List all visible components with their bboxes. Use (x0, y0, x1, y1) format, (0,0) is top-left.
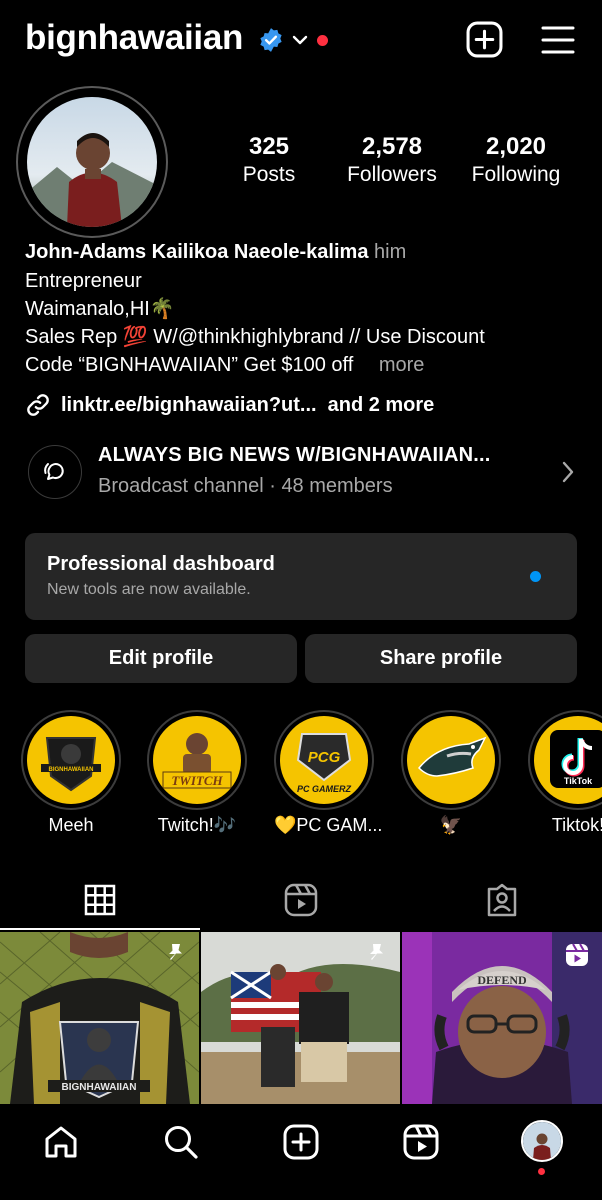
posts-label: Posts (242, 163, 296, 186)
broadcast-icon (28, 445, 82, 499)
bio-links[interactable]: linktr.ee/bignhawaiian?ut... and 2 more (25, 392, 434, 418)
highlight-cover: BIGNHAWAIIAN (27, 716, 115, 804)
tagged-icon (487, 883, 517, 917)
broadcast-title: ALWAYS BIG NEWS W/BIGNHAWAIIAN... (98, 444, 491, 466)
tab-grid[interactable] (0, 870, 200, 930)
bio-link[interactable]: linktr.ee/bignhawaiian?ut... (61, 394, 317, 417)
category: Entrepreneur (25, 270, 142, 292)
bio-more-link[interactable]: more (379, 354, 425, 376)
grid-post[interactable] (201, 932, 400, 1104)
highlight-art-text: PC GAMERZ (297, 784, 352, 794)
active-tab-indicator (0, 928, 200, 930)
notification-dot (538, 1168, 545, 1175)
grid-post[interactable]: BIGNHAWAIIAN (0, 932, 199, 1104)
pro-dashboard-title: Professional dashboard (47, 553, 275, 575)
create-icon (283, 1124, 319, 1160)
broadcast-subtitle: Broadcast channel · 48 members (98, 475, 393, 497)
nav-search[interactable] (161, 1122, 201, 1162)
highlight-eagle[interactable]: 🦅 (401, 710, 501, 836)
highlight-label: Twitch!🎶 (157, 815, 237, 835)
posts-stat[interactable]: 325 Posts (228, 132, 310, 188)
home-icon (45, 1126, 77, 1158)
svg-text:PCG: PCG (308, 749, 341, 766)
nav-home[interactable] (41, 1122, 81, 1162)
highlight-label: 🦅 (439, 815, 463, 835)
following-stat[interactable]: 2,020 Following (464, 132, 568, 188)
tab-tagged[interactable] (402, 870, 602, 930)
broadcast-channel[interactable]: ALWAYS BIG NEWS W/BIGNHAWAIIAN... Broadc… (25, 440, 585, 504)
menu-icon[interactable] (540, 24, 576, 56)
nav-create[interactable] (281, 1122, 321, 1162)
create-icon[interactable] (466, 21, 503, 58)
following-count: 2,020 (485, 133, 547, 160)
profile-header: bignhawaiian (0, 0, 602, 80)
avatar[interactable] (27, 97, 157, 227)
grid-post-caption: BIGNHAWAIIAN (62, 1082, 137, 1093)
bio-line-2: Code “BIGNHAWAIIAN” Get $100 off (25, 354, 354, 376)
share-profile-button[interactable]: Share profile (305, 634, 577, 683)
highlight-meeh[interactable]: BIGNHAWAIIAN Meeh (21, 710, 121, 836)
nav-reels[interactable] (401, 1122, 441, 1162)
search-icon (165, 1126, 198, 1159)
reels-icon (403, 1124, 439, 1160)
new-indicator-dot (530, 571, 541, 582)
highlight-art-text: TWITCH (171, 773, 223, 788)
bottom-navigation (0, 1104, 602, 1200)
posts-count: 325 (248, 133, 290, 160)
highlight-art-text: BIGNHAWAIIAN (49, 767, 94, 773)
username[interactable]: bignhawaiian (25, 18, 243, 58)
followers-label: Followers (347, 163, 437, 186)
bio-line-1: Sales Rep 💯 W/@thinkhighlybrand // Use D… (25, 326, 485, 348)
edit-profile-button[interactable]: Edit profile (25, 634, 297, 683)
followers-count: 2,578 (361, 133, 423, 160)
highlight-tiktok[interactable]: TikTok Tiktok! (528, 710, 602, 836)
location: Waimanalo,HI🌴 (25, 298, 175, 320)
followers-stat[interactable]: 2,578 Followers (338, 132, 446, 188)
profile-avatar[interactable] (521, 1120, 563, 1162)
notification-dot (317, 35, 328, 46)
highlight-art-text: TikTok (564, 776, 593, 786)
chevron-right-icon (562, 461, 574, 483)
reels-icon (566, 943, 588, 966)
highlight-label: Meeh (48, 815, 94, 835)
link-icon (27, 394, 49, 416)
highlight-twitch[interactable]: TWITCH Twitch!🎶 (147, 710, 247, 836)
pro-dashboard-subtitle: New tools are now available. (47, 581, 251, 598)
grid-post-caption: DEFEND (477, 973, 527, 987)
grid-post[interactable]: DEFEND (402, 932, 602, 1104)
profile-tabs (0, 870, 602, 930)
highlight-cover: TikTok (534, 716, 602, 804)
chevron-down-icon[interactable] (290, 30, 310, 50)
highlight-cover (407, 716, 495, 804)
bio-line-2-row: Code “BIGNHAWAIIAN” Get $100 off more (25, 351, 585, 379)
highlight-pc-gamerz[interactable]: PCG PC GAMERZ 💛PC GAM... (274, 710, 383, 836)
following-label: Following (471, 163, 561, 186)
reels-icon (284, 883, 318, 917)
pin-icon (370, 944, 383, 960)
bio-name-row: John-Adams Kailikoa Naeole-kalima him (25, 238, 585, 266)
verified-badge-icon (260, 28, 282, 52)
pin-icon (169, 944, 182, 960)
highlight-label: Tiktok! (551, 815, 602, 835)
bio-link-more[interactable]: and 2 more (328, 394, 435, 417)
highlight-label: 💛PC GAM... (274, 815, 383, 835)
full-name: John-Adams Kailikoa Naeole-kalima (25, 241, 369, 263)
professional-dashboard-card[interactable]: Professional dashboard New tools are now… (25, 533, 577, 620)
highlight-cover: PCG PC GAMERZ (280, 716, 368, 804)
tab-reels[interactable] (201, 870, 401, 930)
highlight-cover: TWITCH (153, 716, 241, 804)
grid-icon (84, 884, 116, 916)
pronouns: him (374, 241, 407, 263)
